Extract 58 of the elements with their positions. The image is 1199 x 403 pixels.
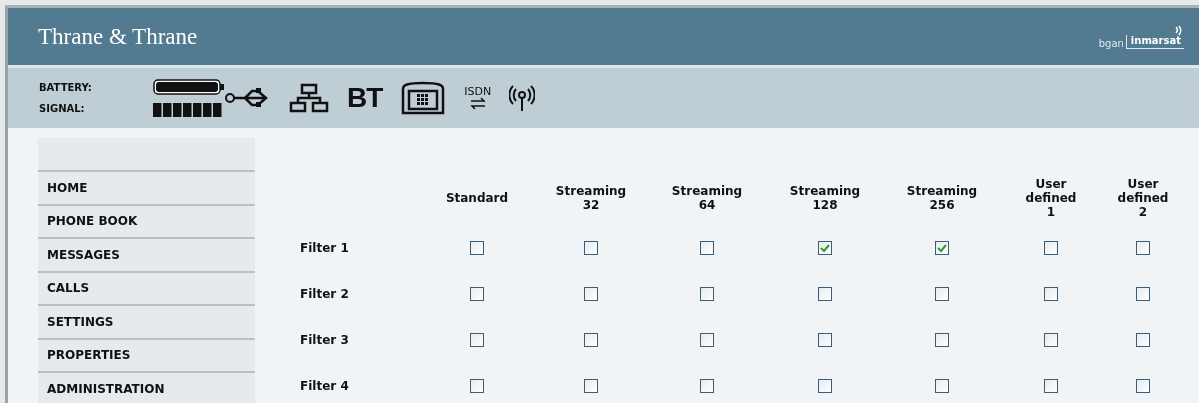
checkbox[interactable] [935,241,949,255]
row-label: Filter 3 [299,333,350,347]
checkbox[interactable] [1044,241,1058,255]
row-label: Filter 2 [299,287,350,301]
checkbox[interactable] [584,379,598,393]
checkbox[interactable] [1136,333,1150,347]
checkbox[interactable] [700,287,714,301]
checkbox[interactable] [935,333,949,347]
checkbox[interactable] [700,333,714,347]
nav-item[interactable]: CALLS [38,272,255,306]
logo-text: inmarsat [1125,34,1184,49]
column-header: User defined 2 [1117,176,1169,219]
checkbox[interactable] [1044,287,1058,301]
checkbox[interactable] [1044,333,1058,347]
nav-item[interactable]: ADMINISTRATION [38,373,255,403]
signal-icon [153,103,223,117]
phone-icon [400,81,447,115]
nav-item[interactable]: MESSAGES [38,239,255,273]
checkbox[interactable] [584,333,598,347]
checkbox[interactable] [470,287,484,301]
nav-item[interactable]: PHONE BOOK [38,205,255,239]
row-label: Filter 4 [299,379,350,393]
battery-icon [153,79,225,95]
brand-logo: Thrane & Thrane [38,23,198,50]
checkbox[interactable] [700,241,714,255]
network-icon [289,83,329,113]
checkbox[interactable] [470,333,484,347]
row-label: Filter 1 [299,241,350,255]
checkbox[interactable] [470,379,484,393]
checkbox[interactable] [818,379,832,393]
bluetooth-logo: BT [347,84,383,112]
antenna-icon [509,83,536,113]
logo-text: bgan [1098,37,1124,49]
checkbox[interactable] [818,241,832,255]
column-header: User defined 1 [1025,176,1077,219]
checkbox[interactable] [1136,287,1150,301]
waves-icon [1174,24,1184,36]
column-header: Streaming 256 [906,183,978,212]
status-label: BATTERY: [39,82,93,93]
checkbox[interactable] [700,379,714,393]
checkbox[interactable] [584,241,598,255]
nav-item[interactable]: HOME [38,172,255,206]
nav-item[interactable]: PROPERTIES [38,339,255,373]
column-header: Streaming 32 [555,183,627,212]
checkbox[interactable] [818,333,832,347]
checkbox[interactable] [935,287,949,301]
column-header: Standard [445,190,509,205]
checkbox[interactable] [935,379,949,393]
checkbox[interactable] [1136,241,1150,255]
checkbox[interactable] [818,287,832,301]
status-label: SIGNAL: [39,103,86,114]
column-header: Streaming 128 [789,183,861,212]
checkbox[interactable] [470,241,484,255]
column-header: Streaming 64 [671,183,743,212]
nav-item[interactable]: SETTINGS [38,306,255,340]
checkbox[interactable] [584,287,598,301]
checkbox[interactable] [1136,379,1150,393]
checkbox[interactable] [1044,379,1058,393]
